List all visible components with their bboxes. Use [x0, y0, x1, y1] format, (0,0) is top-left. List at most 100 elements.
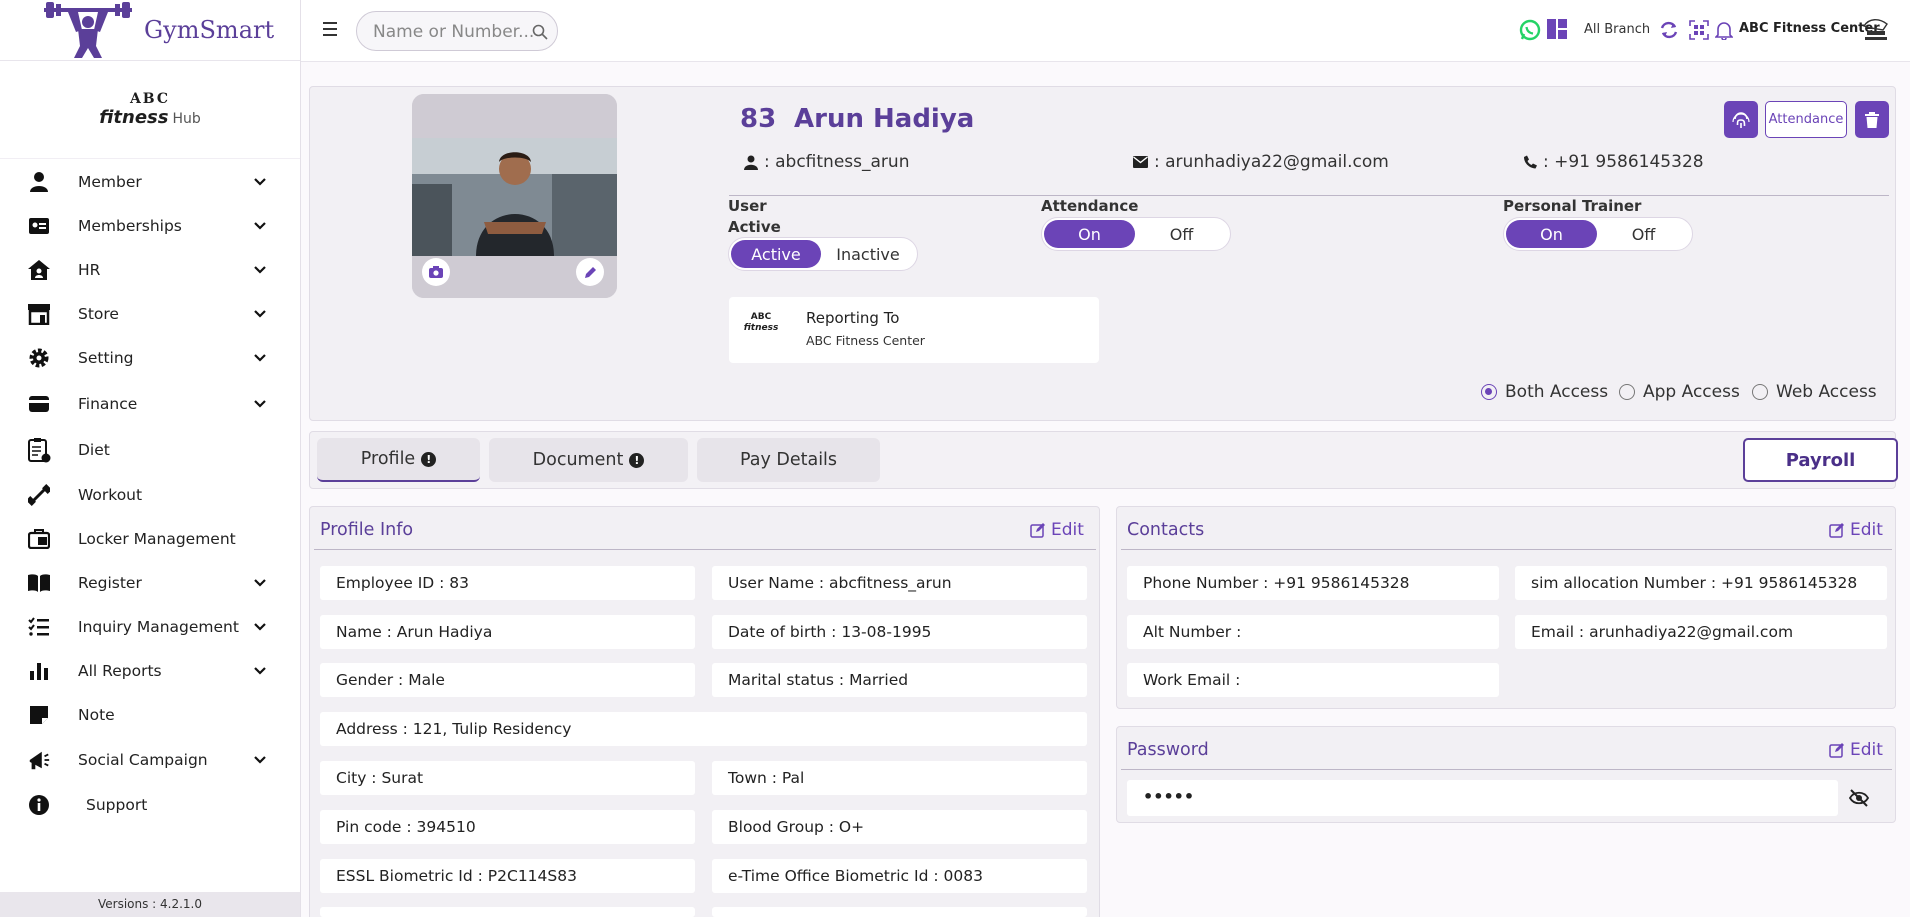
- personal-trainer-toggle[interactable]: On Off: [1503, 217, 1693, 251]
- sidebar-item-setting[interactable]: Setting: [0, 338, 300, 378]
- user-inactive-option[interactable]: Inactive: [821, 240, 915, 268]
- edit-photo-button[interactable]: [576, 258, 604, 286]
- locker-icon: [27, 527, 51, 551]
- field-next-row: [320, 907, 695, 917]
- app-name: GymSmart: [144, 16, 275, 44]
- branch-selector[interactable]: All Branch: [1584, 22, 1650, 37]
- attendance-off-option[interactable]: Off: [1135, 220, 1228, 248]
- employee-name: Arun Hadiya: [794, 104, 975, 134]
- chevron-down-icon: [254, 354, 266, 362]
- password-input[interactable]: •••••: [1127, 780, 1838, 816]
- app-version: Versions : 4.2.1.0: [0, 892, 300, 917]
- sidebar-item-label: Member: [78, 173, 142, 191]
- password-edit-button[interactable]: Edit: [1829, 740, 1883, 760]
- access-both-label: Both Access: [1505, 382, 1609, 402]
- sidebar-item-support[interactable]: Support: [0, 785, 300, 825]
- contacts-edit-button[interactable]: Edit: [1829, 520, 1883, 540]
- sidebar-item-hr[interactable]: HR: [0, 250, 300, 290]
- user-status-toggle[interactable]: Active Inactive: [728, 237, 918, 271]
- trainer-off-option[interactable]: Off: [1597, 220, 1690, 248]
- dashboard-grid-icon[interactable]: [1547, 19, 1567, 39]
- hamburger-menu-icon[interactable]: [323, 22, 337, 36]
- field-address: Address : 121, Tulip Residency: [320, 712, 1087, 746]
- book-icon: [27, 571, 51, 595]
- pencil-icon: [584, 266, 596, 278]
- search-icon: [532, 24, 548, 40]
- list-icon: [27, 615, 51, 639]
- whatsapp-icon[interactable]: [1519, 19, 1541, 41]
- sidebar-item-note[interactable]: Note: [0, 695, 300, 735]
- user-active-option[interactable]: Active: [731, 240, 821, 268]
- sidebar-item-diet[interactable]: Diet: [0, 430, 300, 470]
- sidebar-item-store[interactable]: Store: [0, 294, 300, 334]
- sidebar-item-memberships[interactable]: Memberships: [0, 206, 300, 246]
- reporting-to-title: Reporting To: [806, 309, 900, 327]
- access-both-radio[interactable]: Both Access: [1481, 382, 1608, 402]
- sidebar-item-member[interactable]: Member: [0, 162, 300, 202]
- contacts-title: Contacts: [1127, 520, 1205, 540]
- tab-document[interactable]: Document!: [489, 438, 688, 482]
- personal-trainer-label: Personal Trainer: [1503, 197, 1642, 215]
- qr-scan-icon[interactable]: [1689, 20, 1709, 40]
- sidebar-item-inquiry-management[interactable]: Inquiry Management: [0, 607, 300, 647]
- reporting-org-logo: ABC fitness: [743, 312, 779, 333]
- search-input[interactable]: Name or Number...: [356, 11, 558, 51]
- sidebar-item-label: All Reports: [78, 662, 162, 680]
- sidebar-item-label: Setting: [78, 349, 134, 367]
- sidebar-item-register[interactable]: Register: [0, 563, 300, 603]
- field-user-name: User Name : abcfitness_arun: [712, 566, 1087, 600]
- sidebar-item-all-reports[interactable]: All Reports: [0, 651, 300, 691]
- wallet-icon: [27, 392, 51, 416]
- refresh-icon[interactable]: [1659, 20, 1679, 40]
- field-alt-number: Alt Number :: [1127, 615, 1499, 649]
- attendance-on-option[interactable]: On: [1044, 220, 1135, 248]
- sidebar-item-workout[interactable]: Workout: [0, 475, 300, 515]
- sidebar-item-label: Social Campaign: [78, 751, 208, 769]
- sidebar-item-social-campaign[interactable]: Social Campaign: [0, 740, 300, 780]
- tab-pay-details[interactable]: Pay Details: [697, 438, 880, 482]
- employee-email: : arunhadiya22@gmail.com: [1154, 152, 1389, 172]
- attendance-toggle[interactable]: On Off: [1041, 217, 1231, 251]
- payroll-button[interactable]: Payroll: [1743, 438, 1898, 482]
- field-sim-allocation-number: sim allocation Number : +91 9586145328: [1515, 566, 1887, 600]
- center-name[interactable]: ABC Fitness Center: [1739, 21, 1880, 36]
- sidebar-item-locker-management[interactable]: Locker Management: [0, 519, 300, 559]
- access-app-radio[interactable]: App Access: [1619, 382, 1740, 402]
- chevron-down-icon: [254, 222, 266, 230]
- sidebar-item-label: Workout: [78, 486, 143, 504]
- tab-profile[interactable]: Profile!: [317, 438, 480, 482]
- trainer-on-option[interactable]: On: [1506, 220, 1597, 248]
- access-app-label: App Access: [1643, 382, 1740, 402]
- hr-home-icon: [27, 258, 51, 282]
- alert-icon: !: [629, 452, 645, 468]
- tab-pay-details-label: Pay Details: [739, 450, 838, 470]
- user-icon: [27, 170, 51, 194]
- username-line: : abcfitness_arun: [744, 152, 909, 172]
- delete-button[interactable]: [1855, 101, 1889, 138]
- camera-button[interactable]: [422, 258, 450, 286]
- chevron-down-icon: [254, 178, 266, 186]
- bell-icon[interactable]: [1715, 20, 1733, 40]
- profile-info-edit-button[interactable]: Edit: [1030, 520, 1084, 540]
- megaphone-icon: [27, 748, 51, 772]
- org-logo-line3: Hub: [172, 111, 201, 127]
- employee-username: : abcfitness_arun: [764, 152, 910, 172]
- attendance-button[interactable]: Attendance: [1765, 101, 1847, 138]
- chevron-down-icon: [254, 667, 266, 675]
- org-logo-line1: ABC: [129, 91, 171, 107]
- field-date-of-birth: Date of birth : 13-08-1995: [712, 615, 1087, 649]
- field-phone-number: Phone Number : +91 9586145328: [1127, 566, 1499, 600]
- app-logo[interactable]: GymSmart: [0, 0, 300, 61]
- center-logo-icon[interactable]: [1861, 16, 1891, 44]
- topbar: Name or Number... All Branch ABC Fitness…: [301, 0, 1910, 62]
- sidebar-item-finance[interactable]: Finance: [0, 384, 300, 424]
- field-next-row: [712, 907, 1087, 917]
- panel-divider: [314, 549, 1096, 550]
- eye-slash-icon[interactable]: [1849, 789, 1869, 807]
- access-web-radio[interactable]: Web Access: [1752, 382, 1877, 402]
- org-logo-line2: fitness: [99, 107, 169, 128]
- note-icon: [27, 703, 51, 727]
- fingerprint-button[interactable]: [1724, 101, 1758, 138]
- field-work-email: Work Email :: [1127, 663, 1499, 697]
- sidebar-item-label: Finance: [78, 395, 138, 413]
